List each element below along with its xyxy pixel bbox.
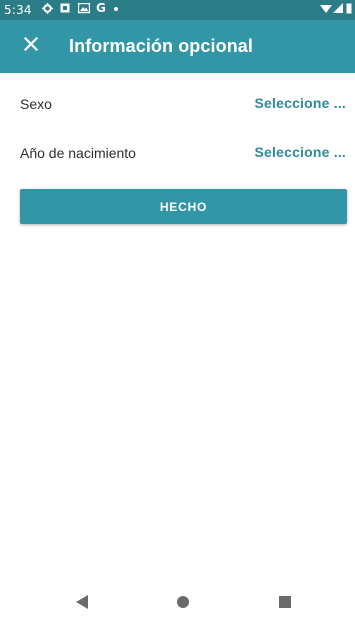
google-icon: G xyxy=(96,1,106,15)
close-icon xyxy=(23,36,39,56)
status-time: 5:34 xyxy=(4,3,32,17)
status-bar: 5:34 G xyxy=(0,0,355,20)
back-icon[interactable] xyxy=(70,591,94,613)
sex-label: Sexo xyxy=(20,96,52,112)
birth-year-row[interactable]: Año de nacimiento Seleccione ... xyxy=(0,129,355,179)
page-title: Información opcional xyxy=(69,36,254,56)
navigation-bar xyxy=(0,581,355,623)
sex-row[interactable]: Sexo Seleccione ... xyxy=(0,80,355,130)
battery-icon xyxy=(346,3,352,17)
done-button[interactable]: HECHO xyxy=(20,189,347,224)
birth-year-label: Año de nacimiento xyxy=(20,145,136,161)
photo-icon xyxy=(77,2,91,17)
toolbar: Información opcional xyxy=(0,20,355,73)
close-button[interactable] xyxy=(16,31,46,61)
dot-icon xyxy=(113,3,119,17)
home-icon[interactable] xyxy=(171,591,195,613)
signal-icon xyxy=(333,3,343,17)
wifi-icon xyxy=(320,3,332,17)
birth-year-select[interactable]: Seleccione ... xyxy=(254,144,346,160)
sex-select[interactable]: Seleccione ... xyxy=(254,95,346,111)
recents-icon[interactable] xyxy=(273,591,297,613)
notification-icon xyxy=(60,3,70,17)
gear-icon xyxy=(42,3,53,17)
